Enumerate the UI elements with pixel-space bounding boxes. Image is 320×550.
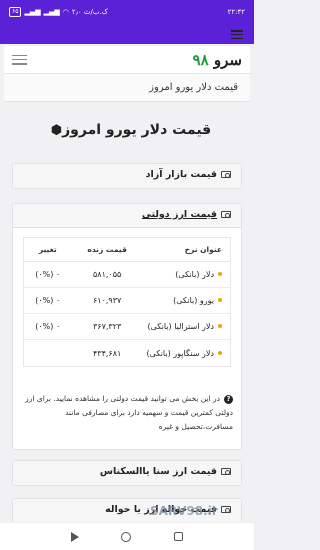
- info-note-text: در این بخش می توانید قیمت دولتی را مشاهد…: [25, 394, 233, 431]
- rate-name: دلار استرالیا (بانکی): [147, 322, 214, 331]
- hamburger-menu-icon[interactable]: [12, 54, 27, 65]
- page-title: قیمت دلار یورو امروز⬢: [0, 122, 254, 138]
- rate-price: ۳۶۷,۳۲۳: [92, 322, 122, 331]
- browser-bar: [0, 24, 254, 44]
- column-header-live: قیمت زنده: [87, 245, 127, 254]
- clock: ۲۲:۴۲: [227, 8, 245, 16]
- money-icon: [221, 171, 231, 178]
- rate-name: دلار سنگاپور (بانکی): [146, 348, 215, 358]
- rate-change: (۰%) ۰: [35, 270, 61, 279]
- back-icon[interactable]: [71, 531, 80, 542]
- government-rate-section: قیمت ارز دولتی عنوان نرخ قیمت زنده تغییر…: [12, 203, 242, 450]
- table-row: دلار سنگاپور (بانکی) ۴۳۴,۶۸۱: [24, 340, 230, 366]
- money-icon: [221, 506, 231, 513]
- recent-apps-icon[interactable]: [173, 532, 183, 541]
- network-speed: ۲٫۰ ک.ب/ث: [71, 8, 108, 16]
- bullet-icon: [218, 298, 222, 302]
- bullet-icon: [218, 272, 222, 276]
- table-row: یورو (بانکی) ۶۱۰,۹۳۷ (۰%) ۰: [24, 288, 230, 314]
- rate-name: دلار (بانکی): [175, 270, 214, 279]
- free-market-header[interactable]: قیمت بازار آزاد: [13, 164, 241, 188]
- column-header-change: تغییر: [38, 245, 57, 254]
- android-nav-bar: [0, 522, 254, 550]
- rate-price: ۴۳۴,۶۸۱: [92, 348, 122, 358]
- site-logo[interactable]: سرو ۹۸: [193, 51, 242, 69]
- watermark: SARV98.ir: [150, 504, 218, 518]
- rates-table: عنوان نرخ قیمت زنده تغییر دلار (بانکی) ۵…: [23, 237, 231, 367]
- sana-header[interactable]: قیمت ارز سنا یاالسکناس: [13, 461, 241, 485]
- rate-price: ۶۱۰,۹۳۷: [92, 296, 122, 305]
- table-header-row: عنوان نرخ قیمت زنده تغییر: [24, 238, 230, 262]
- logo-number: ۹۸: [192, 50, 209, 69]
- cube-icon: ⬢: [50, 123, 63, 138]
- page-title-text: قیمت دلار یورو امروز: [62, 122, 212, 138]
- free-market-title: قیمت بازار آزاد: [145, 169, 217, 180]
- sana-section[interactable]: قیمت ارز سنا یاالسکناس: [12, 460, 242, 486]
- breadcrumb-title: قیمت دلار یورو امروز: [4, 74, 250, 102]
- rate-name: یورو (بانکی): [173, 296, 214, 305]
- free-market-section[interactable]: قیمت بازار آزاد: [12, 163, 242, 189]
- column-header-name: عنوان نرخ: [184, 245, 222, 254]
- money-icon: [221, 468, 231, 475]
- table-row: دلار (بانکی) ۵۸۱,۰۵۵ (۰%) ۰: [24, 262, 230, 288]
- signal-icon-2: ▂▄▆: [43, 8, 60, 16]
- rate-price: ۵۸۱,۰۵۵: [92, 270, 122, 279]
- browser-menu-icon[interactable]: [231, 30, 243, 39]
- logo-text: سرو: [213, 50, 242, 69]
- site-header: سرو ۹۸: [4, 46, 250, 74]
- home-icon[interactable]: [121, 531, 132, 542]
- money-icon: [221, 211, 231, 218]
- status-left: ۶۵ ▂▄▆ ▂▄▆ ◠ ۲٫۰ ک.ب/ث: [9, 7, 108, 17]
- bullet-icon: [218, 350, 222, 355]
- bullet-icon: [218, 324, 222, 328]
- battery-indicator: ۶۵: [9, 7, 22, 17]
- table-row: دلار استرالیا (بانکی) ۳۶۷,۳۲۳ (۰%) ۰: [24, 314, 230, 340]
- government-rate-header[interactable]: قیمت ارز دولتی: [13, 204, 241, 228]
- status-bar: ۶۵ ▂▄▆ ▂▄▆ ◠ ۲٫۰ ک.ب/ث ۲۲:۴۲: [0, 0, 254, 24]
- sana-title: قیمت ارز سنا یاالسکناس: [99, 466, 217, 477]
- rate-change: (۰%) ۰: [35, 296, 61, 305]
- government-rate-title: قیمت ارز دولتی: [141, 209, 217, 220]
- signal-icon: ▂▄▆: [24, 8, 41, 16]
- info-note: ?در این بخش می توانید قیمت دولتی را مشاه…: [25, 392, 233, 434]
- wifi-icon: ◠: [62, 8, 69, 16]
- question-icon: ?: [224, 395, 233, 404]
- rate-change: (۰%) ۰: [35, 322, 61, 331]
